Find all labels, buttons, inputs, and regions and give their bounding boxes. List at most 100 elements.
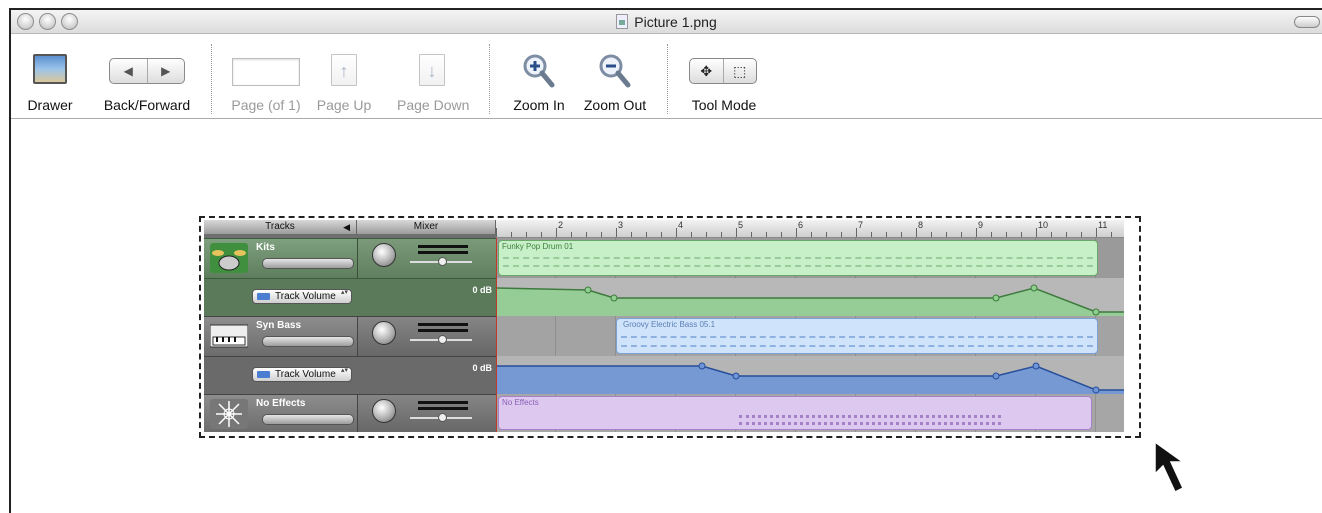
toolbar: Drawer ◀ ▶ Back/Forward Page (of 1) ↑ Pa… xyxy=(11,34,1322,119)
pan-knob[interactable] xyxy=(372,321,396,345)
ruler-tick xyxy=(571,232,572,237)
page-up-button[interactable]: ↑ Page Up xyxy=(317,34,371,119)
zoom-in-label: Zoom In xyxy=(513,97,565,113)
zoom-out-label: Zoom Out xyxy=(583,97,647,113)
image-canvas[interactable]: Tracks ◀ Mixer 2 3 4 5 6 7 8 9 10 11 Kits xyxy=(11,120,1322,513)
ruler-tick xyxy=(511,232,512,237)
ruler-tick xyxy=(946,232,947,237)
track-header-no-effects[interactable]: No Effects xyxy=(204,394,357,432)
drawer-button[interactable]: Drawer xyxy=(27,34,73,119)
drawer-icon xyxy=(33,54,67,84)
ruler-tick xyxy=(646,232,647,237)
automation-popup-syn-bass[interactable]: Track Volume xyxy=(252,367,352,382)
back-button[interactable]: ◀ xyxy=(110,59,147,83)
mixer-no-effects xyxy=(357,394,496,432)
lane-syn-bass: Groovy Electric Bass 05.1 xyxy=(496,316,1124,356)
region-funky-pop-drum[interactable]: Funky Pop Drum 01 xyxy=(498,240,1098,276)
ruler-tick xyxy=(1066,232,1067,237)
ruler-tick xyxy=(1081,232,1082,237)
zoom-out-button[interactable]: Zoom Out xyxy=(584,34,646,119)
volume-curve-kits[interactable] xyxy=(496,278,1124,316)
toolbar-separator xyxy=(667,44,668,114)
level-meter xyxy=(418,245,468,248)
zoom-in-button[interactable]: Zoom In xyxy=(513,34,565,119)
forward-button[interactable]: ▶ xyxy=(146,59,185,83)
ruler-number: 11 xyxy=(1098,220,1108,230)
zoom-in-icon xyxy=(523,54,555,88)
playhead[interactable] xyxy=(496,238,497,432)
region-groovy-electric-bass[interactable]: Groovy Electric Bass 05.1 xyxy=(616,318,1098,354)
page-number-field[interactable] xyxy=(232,58,300,86)
waveform xyxy=(739,415,1001,418)
page-down-button[interactable]: ↓ Page Down xyxy=(397,34,469,119)
pan-knob[interactable] xyxy=(372,399,396,423)
move-tool-icon[interactable]: ✥ xyxy=(690,59,723,83)
ruler-tick xyxy=(826,232,827,237)
region-name: Funky Pop Drum 01 xyxy=(502,242,574,251)
ruler-tick xyxy=(676,228,677,237)
ruler-tick xyxy=(616,228,617,237)
track-controls-no-effects[interactable] xyxy=(262,414,354,425)
volume-slider-handle[interactable] xyxy=(438,335,447,344)
ruler-number: 4 xyxy=(678,220,684,230)
automation-popup-label: Track Volume xyxy=(275,291,336,302)
automation-popup-kits[interactable]: Track Volume xyxy=(252,289,352,304)
volume-slider-handle[interactable] xyxy=(438,413,447,422)
region-no-effects[interactable]: No Effects xyxy=(498,396,1092,430)
track-header-kits[interactable]: Kits xyxy=(204,238,357,278)
ruler-tick xyxy=(916,228,917,237)
ruler-tick xyxy=(526,232,527,237)
track-header-syn-bass[interactable]: Syn Bass xyxy=(204,316,357,356)
level-meter xyxy=(418,323,468,326)
ruler-number: 10 xyxy=(1038,220,1049,230)
mixer-header: Mixer xyxy=(357,220,496,234)
ruler-tick xyxy=(991,232,992,237)
ruler-tick xyxy=(961,232,962,237)
page-label: Page (of 1) xyxy=(231,97,301,113)
ruler-tick xyxy=(1036,228,1037,237)
drum-pattern xyxy=(503,257,1093,259)
ruler-tick xyxy=(706,232,707,237)
volume-slider-handle[interactable] xyxy=(438,257,447,266)
drum-pattern xyxy=(503,265,1093,267)
volume-curve-syn-bass[interactable] xyxy=(496,356,1124,394)
ruler-tick xyxy=(541,232,542,237)
pan-knob[interactable] xyxy=(372,243,396,267)
zoom-out-icon xyxy=(599,54,631,88)
tool-mode-label: Tool Mode xyxy=(691,97,757,113)
ruler-tick xyxy=(631,232,632,237)
back-forward-control: ◀ ▶ Back/Forward xyxy=(104,34,190,119)
db-label: 0 dB xyxy=(472,363,492,373)
page-down-label: Page Down xyxy=(397,97,470,113)
ruler-number: 6 xyxy=(798,220,804,230)
ruler-tick xyxy=(721,232,722,237)
region-name: Groovy Electric Bass 05.1 xyxy=(623,320,716,329)
ruler-number: 7 xyxy=(858,220,864,230)
tool-mode-control: ✥ ⬚ Tool Mode xyxy=(689,34,759,119)
mixer-header-label: Mixer xyxy=(413,221,439,232)
ruler-tick xyxy=(691,232,692,237)
tracks-header: Tracks ◀ xyxy=(204,220,357,234)
ruler-tick xyxy=(811,232,812,237)
ruler-tick xyxy=(976,228,977,237)
db-label: 0 dB xyxy=(472,285,492,295)
ruler-tick xyxy=(601,232,602,237)
automation-lane-kits[interactable] xyxy=(496,278,1124,316)
synth-icon xyxy=(210,324,248,348)
drawer-label: Drawer xyxy=(27,97,73,113)
toolbar-toggle-button[interactable] xyxy=(1294,16,1320,28)
select-tool-icon[interactable]: ⬚ xyxy=(722,59,757,83)
automation-lane-syn-bass[interactable] xyxy=(496,356,1124,394)
waveform xyxy=(739,422,1001,425)
timeline-ruler[interactable]: 2 3 4 5 6 7 8 9 10 11 xyxy=(496,220,1124,238)
ruler-tick xyxy=(931,232,932,237)
track-controls-syn-bass[interactable] xyxy=(262,336,354,347)
level-meter xyxy=(418,329,468,332)
ruler-tick xyxy=(736,228,737,237)
level-meter xyxy=(418,251,468,254)
page-up-label: Page Up xyxy=(316,97,372,113)
ruler-tick xyxy=(886,232,887,237)
automation-popup-label: Track Volume xyxy=(275,369,336,380)
lane-no-effects: No Effects xyxy=(496,394,1124,432)
track-controls-kits[interactable] xyxy=(262,258,354,269)
